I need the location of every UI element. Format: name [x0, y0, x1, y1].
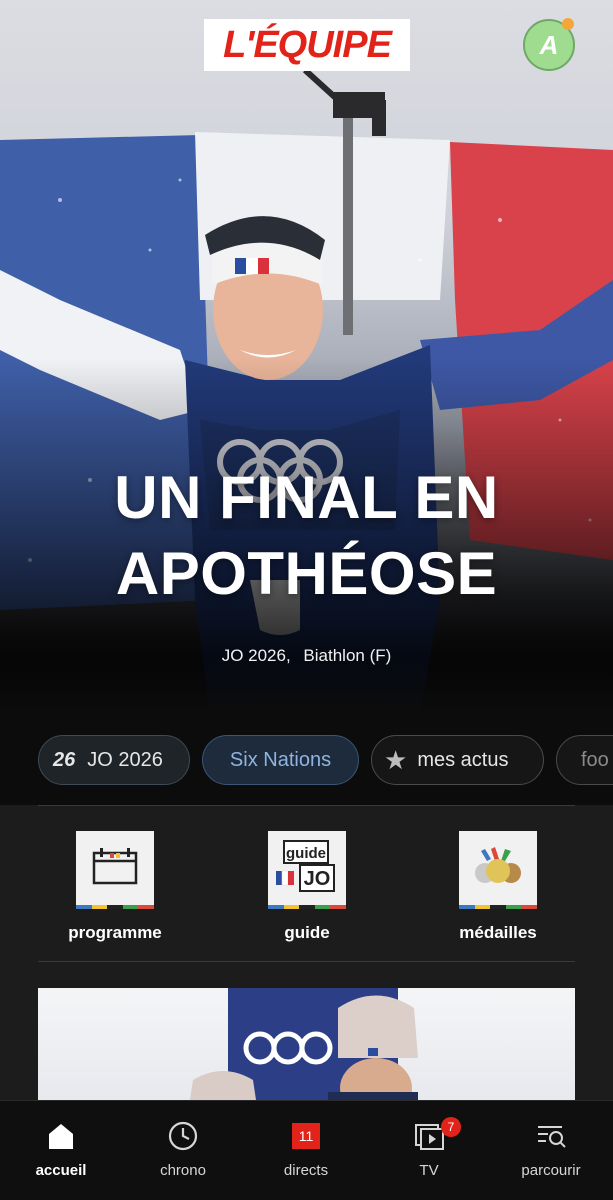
- chip-label: mes actus: [417, 748, 509, 771]
- tag-event: JO 2026,: [221, 646, 291, 665]
- quick-link-programme[interactable]: programme: [40, 831, 190, 943]
- nav-label: directs: [283, 1162, 329, 1179]
- nav-parcourir[interactable]: parcourir: [496, 1119, 606, 1179]
- chip-label: Six Nations: [229, 748, 332, 771]
- hero-article[interactable]: L'ÉQUIPE A UN FINAL EN APOTHÉOSE JO 2026…: [0, 0, 613, 715]
- nav-chrono[interactable]: chrono: [128, 1119, 238, 1179]
- quick-link-label: guide: [284, 923, 330, 942]
- guide-icon-text-bottom: JO: [304, 868, 331, 890]
- browse-icon: [496, 1119, 606, 1153]
- divider-top: [38, 805, 575, 806]
- tv-icon: 7: [374, 1117, 484, 1153]
- chip-mes-actus[interactable]: ★ mes actus: [371, 735, 544, 785]
- hero-headline[interactable]: UN FINAL EN APOTHÉOSE: [0, 460, 613, 612]
- chip-label: JO 2026: [87, 748, 163, 771]
- chip-jo-2026[interactable]: 26 JO 2026: [38, 735, 190, 785]
- chip-label: foo: [581, 748, 609, 771]
- jo-2026-icon: 26: [53, 748, 76, 771]
- nav-label: TV: [419, 1162, 439, 1179]
- chip-football[interactable]: foo: [556, 735, 613, 785]
- tv-count-badge: 7: [441, 1117, 461, 1137]
- quick-link-label: programme: [68, 923, 162, 942]
- topic-chips-bar[interactable]: 26 JO 2026 Six Nations ★ mes actus foo: [0, 715, 613, 805]
- nav-label: chrono: [160, 1162, 206, 1179]
- nav-directs[interactable]: 11 directs: [251, 1119, 361, 1179]
- avatar-initial: A: [539, 29, 559, 60]
- headline-line-2: APOTHÉOSE: [115, 540, 498, 607]
- logo-text: L'ÉQUIPE: [223, 23, 392, 66]
- home-icon: [6, 1119, 116, 1153]
- guide-jo-icon: guide JO: [268, 831, 346, 909]
- guide-icon-text-top: guide: [286, 845, 326, 862]
- medals-icon: [459, 831, 537, 909]
- directs-count-badge: 11: [292, 1123, 320, 1149]
- star-icon: ★: [384, 744, 408, 775]
- nav-label: parcourir: [521, 1162, 581, 1179]
- nav-label: accueil: [35, 1162, 87, 1179]
- nav-tv[interactable]: 7 TV: [374, 1117, 484, 1179]
- tag-discipline: Biathlon (F): [303, 646, 392, 665]
- clock-icon: [128, 1119, 238, 1153]
- article-card-photo: [190, 988, 418, 1100]
- calendar-icon: [76, 831, 154, 909]
- quick-link-guide[interactable]: guide JO guide: [232, 831, 382, 943]
- hero-tags: JO 2026, Biathlon (F): [0, 646, 613, 666]
- live-icon: 11: [251, 1119, 361, 1153]
- nav-accueil[interactable]: accueil: [6, 1119, 116, 1179]
- divider-bottom: [38, 961, 575, 962]
- bottom-nav: accueil chrono 11 directs 7 TV parcourir: [0, 1100, 613, 1200]
- notification-dot: [562, 18, 574, 30]
- article-card[interactable]: [38, 988, 575, 1100]
- quick-link-medailles[interactable]: médailles: [423, 831, 573, 943]
- headline-line-1: UN FINAL EN: [114, 464, 499, 531]
- chip-six-nations[interactable]: Six Nations: [202, 735, 359, 785]
- lequipe-logo[interactable]: L'ÉQUIPE: [204, 19, 410, 71]
- quick-link-label: médailles: [459, 923, 537, 942]
